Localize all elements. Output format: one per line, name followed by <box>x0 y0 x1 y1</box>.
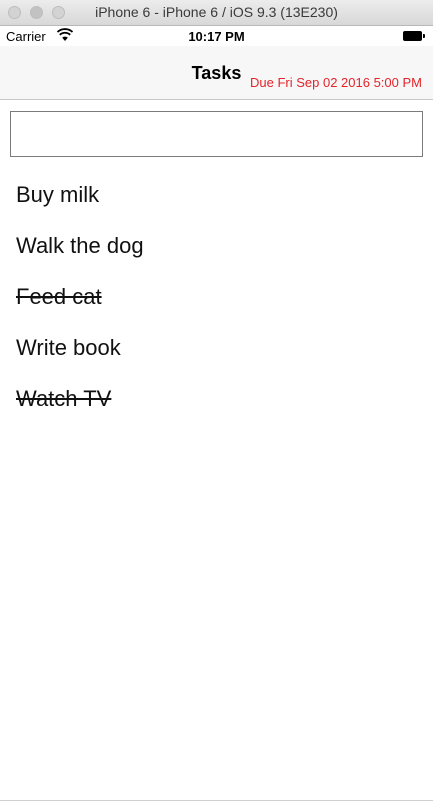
task-label: Walk the dog <box>16 233 144 258</box>
simulator-titlebar: iPhone 6 - iPhone 6 / iOS 9.3 (13E230) <box>0 0 433 26</box>
clock-time: 10:17 PM <box>188 29 245 44</box>
new-task-input[interactable] <box>10 111 423 157</box>
status-bar: Carrier 10:17 PM <box>0 26 433 46</box>
task-label: Write book <box>16 335 121 360</box>
task-row[interactable]: Buy milk <box>0 170 433 221</box>
battery-icon <box>403 31 425 41</box>
task-row[interactable]: Write book <box>0 323 433 374</box>
task-row[interactable]: Walk the dog <box>0 221 433 272</box>
due-date-label: Due Fri Sep 02 2016 5:00 PM <box>250 75 422 90</box>
task-row[interactable]: Watch TV <box>0 374 433 425</box>
task-label: Buy milk <box>16 182 100 207</box>
window-title: iPhone 6 - iPhone 6 / iOS 9.3 (13E230) <box>95 4 338 20</box>
navigation-bar: Tasks <box>0 46 433 100</box>
task-list: Buy milk Walk the dog Feed cat Write boo… <box>0 170 433 425</box>
task-label-completed: Watch TV <box>16 386 112 411</box>
task-row[interactable]: Feed cat <box>0 272 433 323</box>
task-label-completed: Feed cat <box>16 284 102 309</box>
